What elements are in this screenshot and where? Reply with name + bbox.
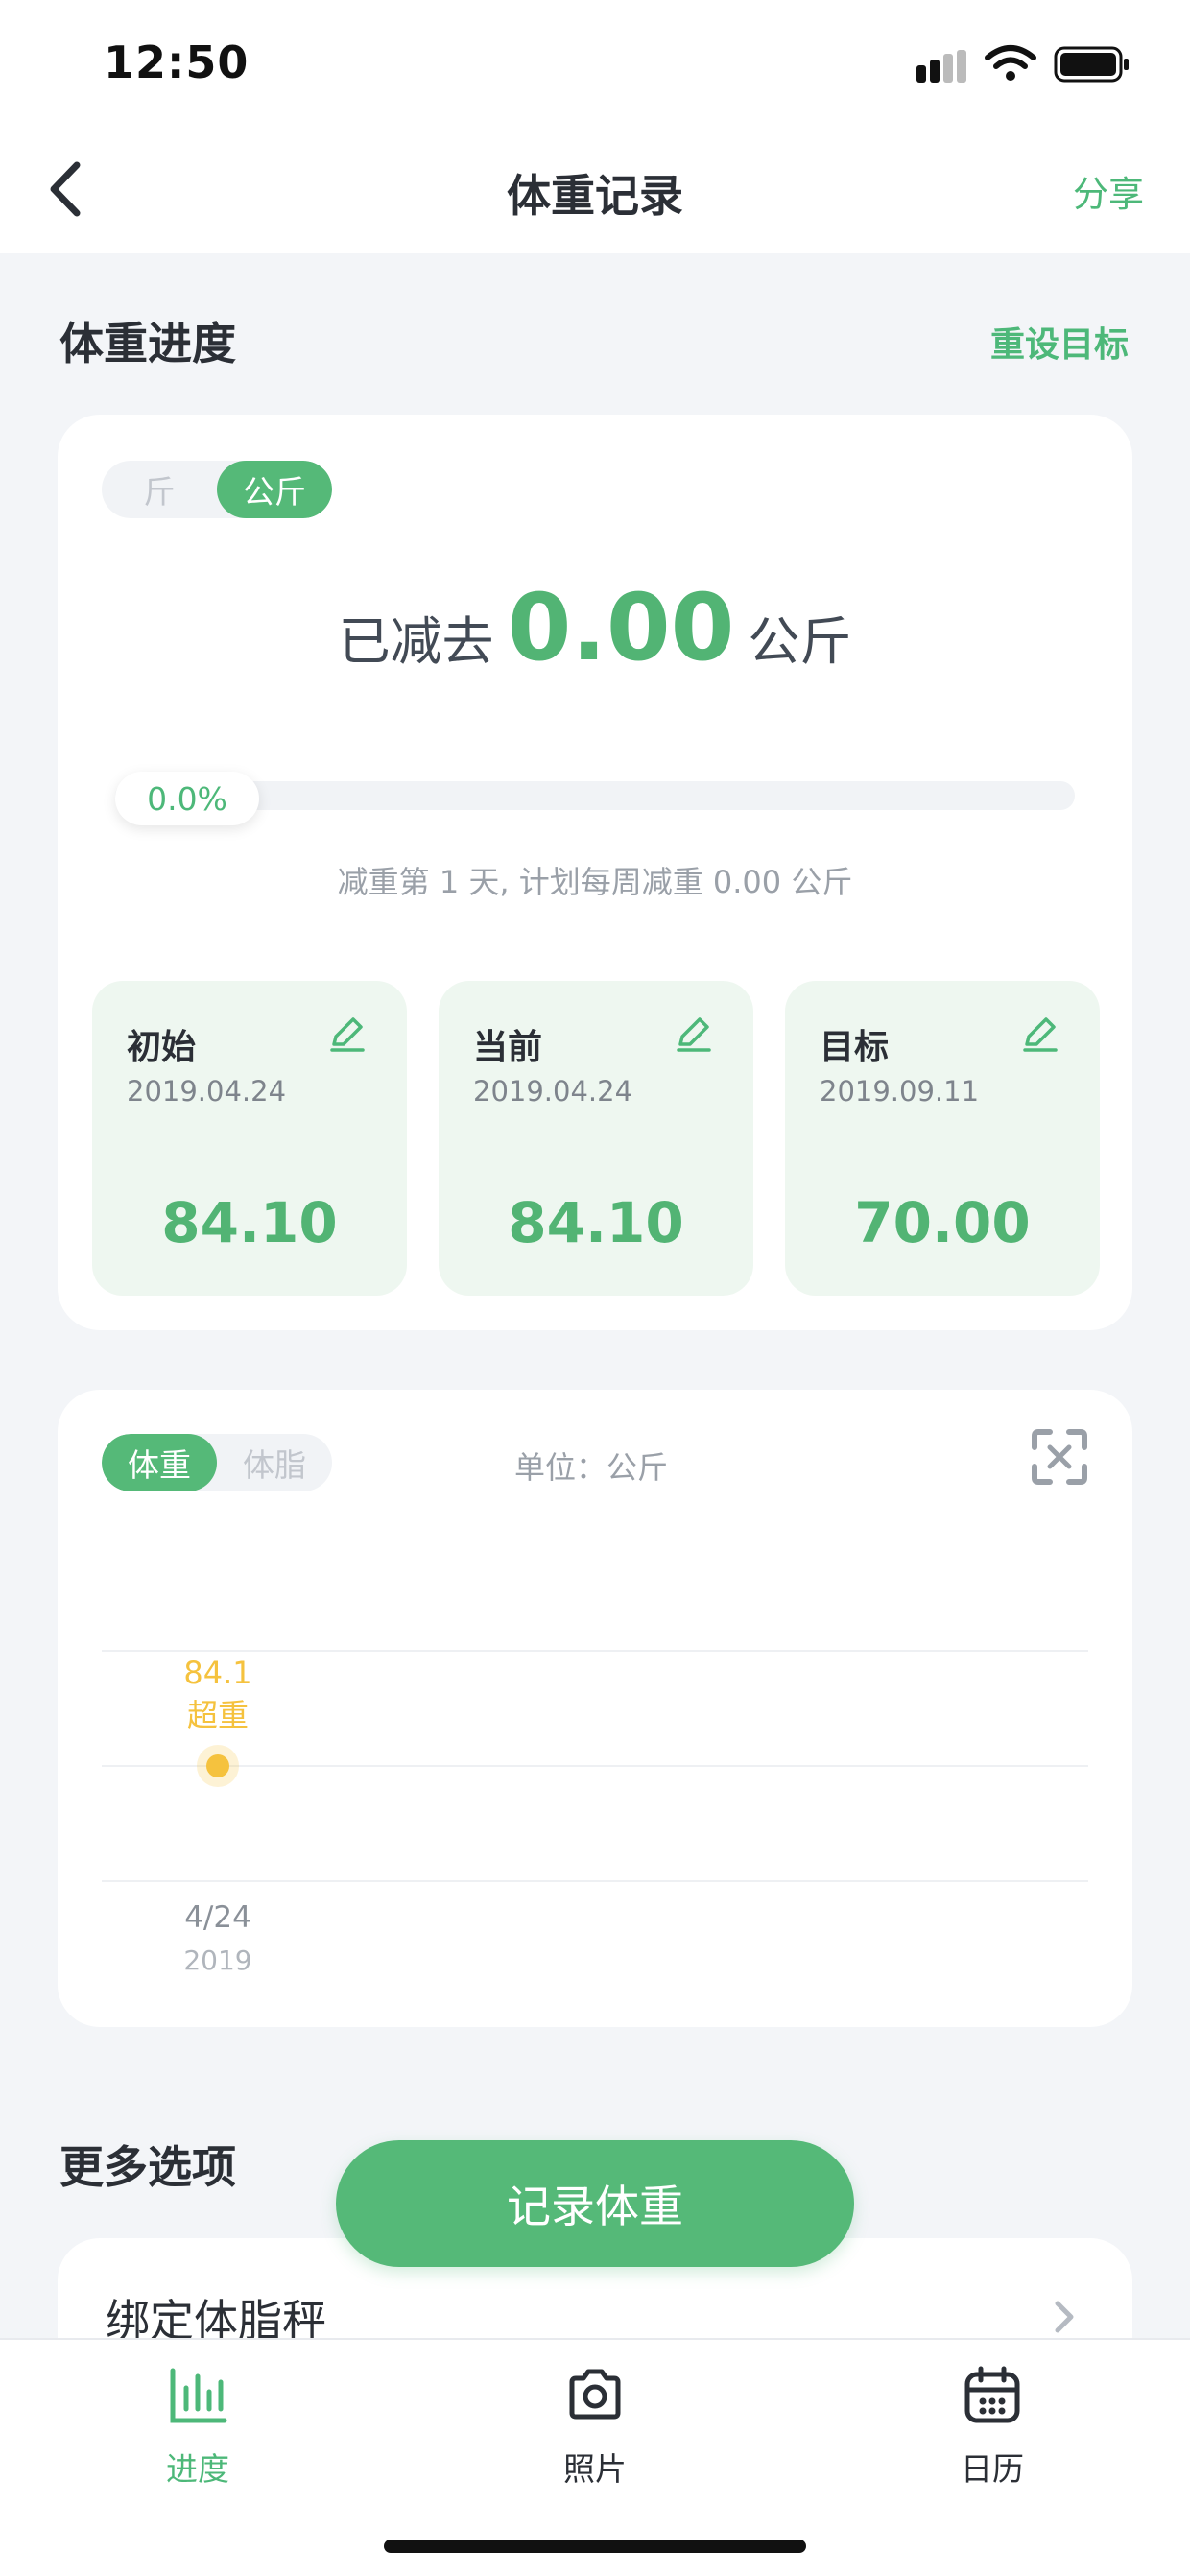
progress-bar [115,781,1075,810]
share-button[interactable]: 分享 [1073,165,1144,217]
progress-section-title: 体重进度 [60,318,236,370]
status-time: 12:50 [104,36,250,88]
calendar-icon [964,2366,1020,2423]
weight-lost-unit: 公斤 [748,611,852,672]
progress-percent-badge: 0.0% [115,772,259,825]
weight-chart-card: 84.1 超重 4/24 2019 体重 体脂 单位：公斤 [58,1390,1132,2027]
tab-label: 进度 [166,2450,229,2488]
edit-icon[interactable] [1019,1012,1061,1054]
weight-lost-label: 已减去 [338,611,494,672]
stat-date: 2019.09.11 [820,1075,980,1108]
tab-calendar[interactable]: 日历 [896,2357,1088,2501]
unit-option-jin[interactable]: 斤 [102,461,217,518]
unit-toggle: 斤 公斤 [102,461,332,518]
cellular-signal-icon [916,50,966,83]
stat-current: 当前 2019.04.24 84.10 [439,981,753,1296]
stat-value: 70.00 [854,1190,1031,1255]
tab-progress[interactable]: 进度 [102,2357,294,2501]
tab-photos[interactable]: 照片 [499,2357,691,2501]
edit-icon[interactable] [326,1012,369,1054]
status-bar: 12:50 [0,0,1190,125]
data-point [206,1754,229,1777]
wifi-icon [985,45,1036,81]
metric-option-weight[interactable]: 体重 [102,1434,217,1491]
camera-icon [569,2369,621,2420]
stat-goal: 目标 2019.09.11 70.00 [785,981,1100,1296]
battery-icon [1054,46,1129,83]
data-label: 84.1 [183,1655,251,1691]
stat-date: 2019.04.24 [473,1075,633,1108]
metric-option-bodyfat[interactable]: 体脂 [217,1434,332,1491]
home-indicator [384,2540,806,2553]
fullscreen-icon[interactable] [1029,1426,1090,1488]
x-tick-sublabel: 2019 [183,1944,251,1976]
weight-lost-value: 0.00 [507,574,735,681]
stat-label: 目标 [820,1028,890,1067]
record-weight-button[interactable]: 记录体重 [336,2140,854,2267]
nav-bar: 体重记录 分享 [0,125,1190,253]
chevron-right-icon [1055,2301,1074,2333]
tab-label: 日历 [961,2450,1024,2488]
x-tick-label: 4/24 [184,1900,251,1935]
page-title: 体重记录 [507,170,683,222]
bar-chart-icon [170,2368,227,2423]
stat-value: 84.10 [161,1190,338,1255]
plan-description: 减重第 1 天, 计划每周减重 0.00 公斤 [337,864,853,900]
stat-initial: 初始 2019.04.24 84.10 [92,981,407,1296]
more-options-title: 更多选项 [60,2141,236,2193]
stat-label: 初始 [127,1028,197,1067]
tab-label: 照片 [563,2450,627,2488]
weight-stats: 初始 2019.04.24 84.10 当前 2019.04.24 84.10 … [92,981,1100,1296]
stat-label: 当前 [473,1028,543,1067]
reset-goal-button[interactable]: 重设目标 [990,317,1129,367]
data-status-label: 超重 [187,1697,249,1733]
edit-icon[interactable] [673,1012,715,1054]
stat-date: 2019.04.24 [127,1075,287,1108]
stat-value: 84.10 [508,1190,684,1255]
unit-option-kg[interactable]: 公斤 [217,461,332,518]
weight-progress-card: 斤 公斤 已减去 0.00 公斤 0.0% 减重第 1 天, 计划每周减重 0.00… [58,415,1132,1330]
chart-unit-label: 单位：公斤 [514,1449,669,1486]
weight-lost-summary: 已减去 0.00 公斤 [58,574,1132,681]
metric-toggle: 体重 体脂 [102,1434,332,1491]
